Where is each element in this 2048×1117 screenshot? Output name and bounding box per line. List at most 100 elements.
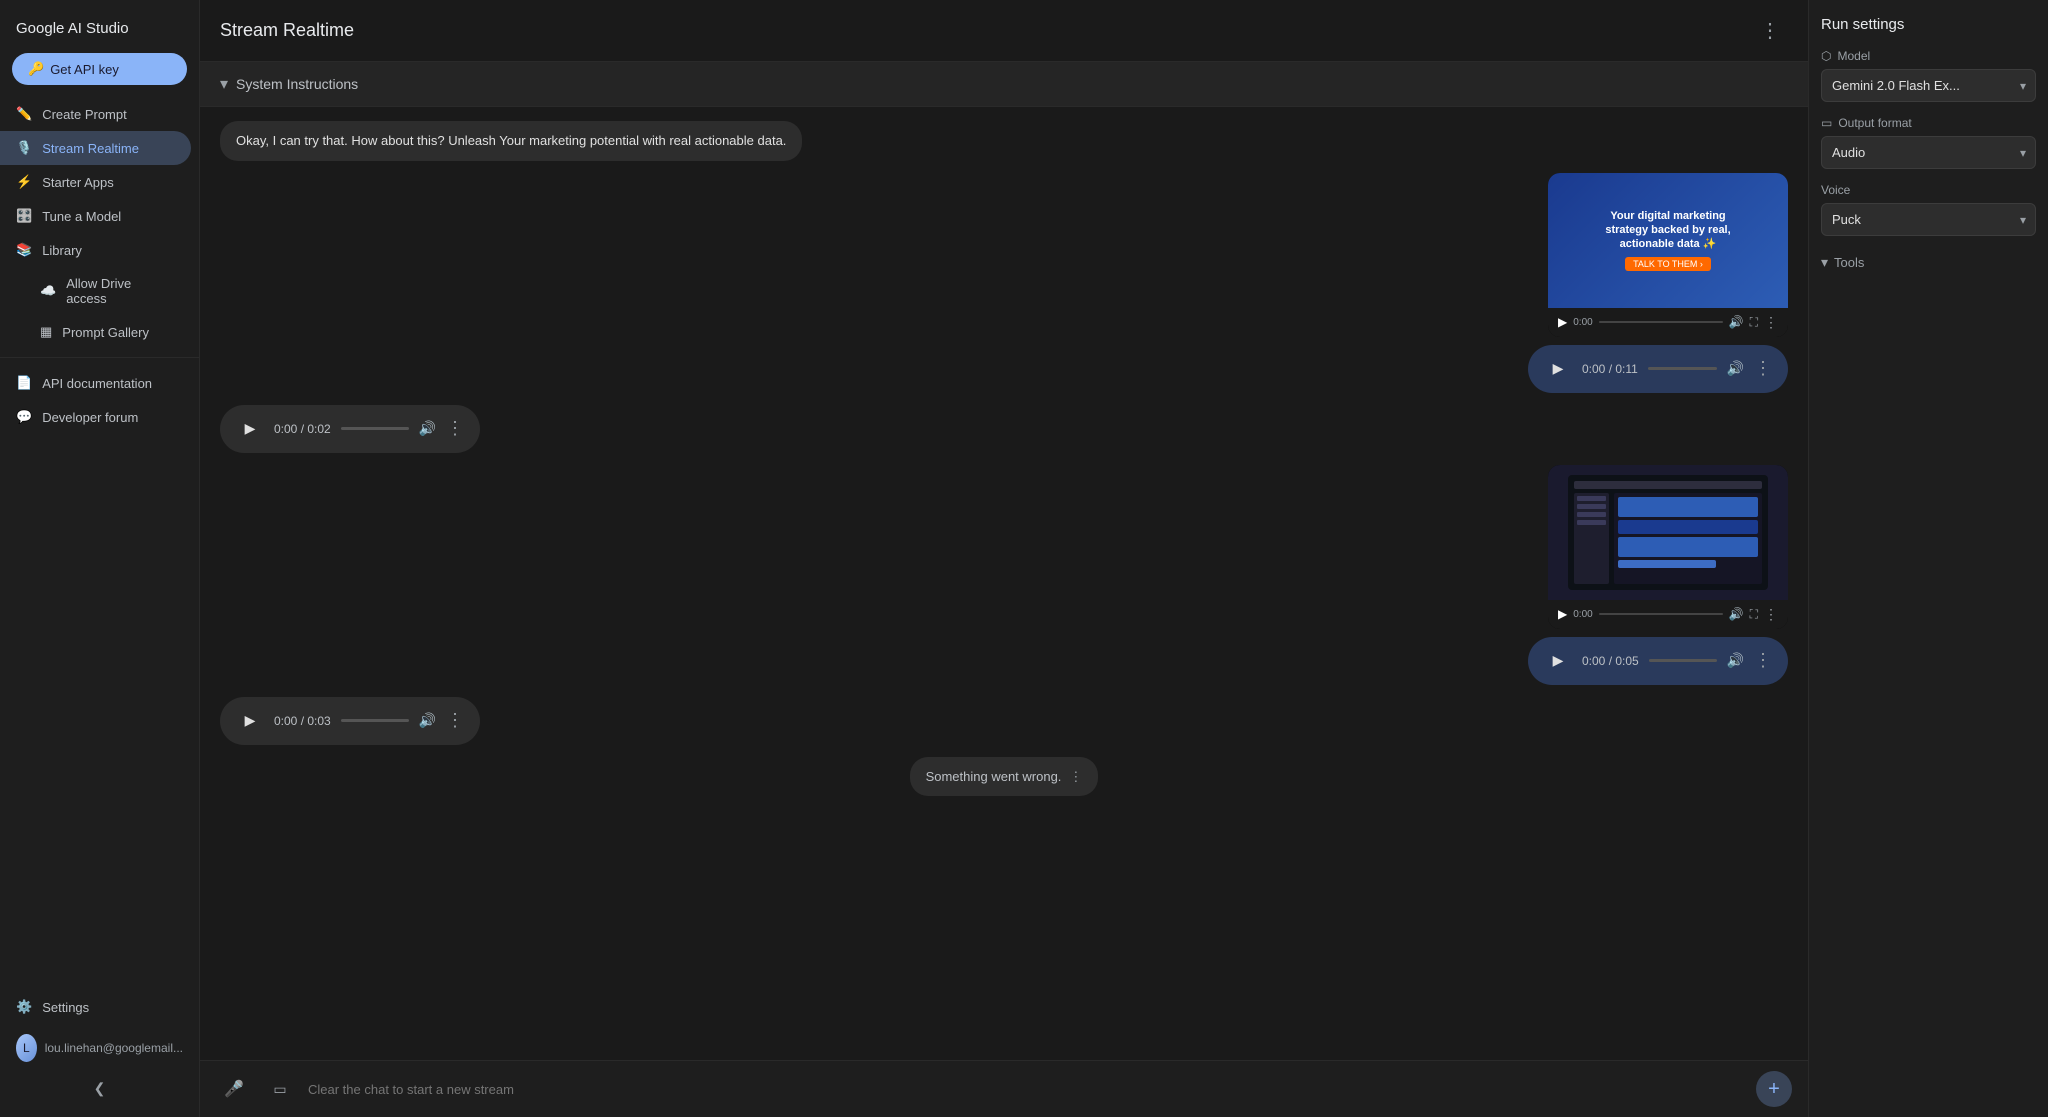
video-progress-bar-2[interactable] <box>1599 613 1723 615</box>
output-format-select[interactable]: Audio Text <box>1821 136 2036 169</box>
error-message: Something went wrong. ⋮ <box>910 757 1099 797</box>
audio-progress-model-1[interactable] <box>1648 367 1717 370</box>
audio-more-icon-model-2[interactable]: ⋮ <box>1754 650 1772 671</box>
sidebar-item-starter-apps[interactable]: ⚡ Starter Apps <box>0 165 191 199</box>
microphone-button[interactable]: 🎤 <box>216 1071 252 1107</box>
error-text: Something went wrong. <box>926 767 1062 787</box>
audio-more-icon-user-2[interactable]: ⋮ <box>446 710 464 731</box>
sidebar-item-allow-drive-access[interactable]: ☁️ Allow Drive access <box>0 267 191 315</box>
more-vert-icon: ⋮ <box>1760 20 1780 42</box>
audio-play-button-model-2[interactable]: ▶ <box>1544 647 1572 675</box>
audio-volume-icon-model-2[interactable]: 🔊 <box>1727 652 1744 669</box>
audio-player-user-2: ▶ 0:00 / 0:03 🔊 ⋮ <box>220 697 480 745</box>
video-player-2: ▶ 0:00 🔊 ⛶ ⋮ <box>1548 465 1788 629</box>
model-content-group: Your digital marketingstrategy backed by… <box>1528 173 1788 393</box>
output-format-icon: ▭ <box>1821 116 1832 130</box>
gallery-icon: ▦ <box>40 324 52 340</box>
audio-progress-model-2[interactable] <box>1649 659 1717 662</box>
bottom-bar: 🎤 ▭ + <box>200 1060 1808 1117</box>
sidebar-item-settings[interactable]: ⚙️ Settings <box>0 990 191 1024</box>
add-button[interactable]: + <box>1756 1071 1792 1107</box>
video-expand-icon-2[interactable]: ⛶ <box>1750 607 1758 622</box>
model-label: ⬡ Model <box>1821 49 2036 63</box>
voice-label: Voice <box>1821 183 2036 197</box>
header-more-button[interactable]: ⋮ <box>1752 14 1788 47</box>
video-progress-bar-1[interactable] <box>1599 321 1723 323</box>
mic-nav-icon: 🎙️ <box>16 140 32 156</box>
model-select[interactable]: Gemini 2.0 Flash Ex... <box>1821 69 2036 102</box>
video-expand-icon-1[interactable]: ⛶ <box>1750 315 1758 330</box>
voice-select-wrapper: Puck Charon Kore Fenrir Aoede ▾ <box>1821 203 2036 236</box>
message-row: ▶ 0:00 🔊 ⛶ ⋮ ▶ 0:00 / 0:05 🔊 ⋮ <box>200 459 1808 691</box>
sidebar-item-api-documentation[interactable]: 📄 API documentation <box>0 366 191 400</box>
video-thumbnail-1: Your digital marketingstrategy backed by… <box>1548 173 1788 308</box>
video-controls-2: ▶ 0:00 🔊 ⛶ ⋮ <box>1548 600 1788 629</box>
page-title: Stream Realtime <box>220 20 354 41</box>
sidebar-item-stream-realtime[interactable]: 🎙️ Stream Realtime <box>0 131 191 165</box>
audio-play-button-user-2[interactable]: ▶ <box>236 707 264 735</box>
get-api-key-button[interactable]: 🔑 Get API key <box>12 53 187 85</box>
audio-volume-icon-user-2[interactable]: 🔊 <box>419 712 436 729</box>
sidebar-item-library[interactable]: 📚 Library <box>0 233 191 267</box>
video-time-1: 0:00 <box>1573 317 1592 328</box>
audio-play-button-user-1[interactable]: ▶ <box>236 415 264 443</box>
tune-icon: 🎛️ <box>16 208 32 224</box>
video-controls-1: ▶ 0:00 🔊 ⛶ ⋮ <box>1548 308 1788 337</box>
doc-icon: 📄 <box>16 375 32 391</box>
audio-play-button-model-1[interactable]: ▶ <box>1544 355 1572 383</box>
avatar: L <box>16 1034 37 1062</box>
message-row: Something went wrong. ⋮ <box>200 751 1808 803</box>
mock-sidebar <box>1574 493 1609 584</box>
sidebar-collapse-button[interactable]: ❮ <box>0 1072 199 1105</box>
message-row: Your digital marketingstrategy backed by… <box>200 167 1808 399</box>
mock-main-area <box>1614 493 1762 584</box>
tools-section[interactable]: ▾ Tools <box>1821 250 2036 275</box>
system-instructions-bar[interactable]: ▾ System Instructions <box>200 62 1808 107</box>
voice-select[interactable]: Puck Charon Kore Fenrir Aoede <box>1821 203 2036 236</box>
app-logo: Google AI Studio <box>0 12 199 53</box>
library-icon: 📚 <box>16 242 32 258</box>
main-header: Stream Realtime ⋮ <box>200 0 1808 62</box>
video-play-button-1[interactable]: ▶ <box>1558 315 1567 329</box>
audio-progress-user-1[interactable] <box>341 427 409 430</box>
message-row: ▶ 0:00 / 0:03 🔊 ⋮ <box>200 691 1808 751</box>
drive-icon: ☁️ <box>40 283 56 299</box>
audio-progress-user-2[interactable] <box>341 719 409 722</box>
audio-player-model-2: ▶ 0:00 / 0:05 🔊 ⋮ <box>1528 637 1788 685</box>
model-icon: ⬡ <box>1821 49 1831 63</box>
screen-share-button[interactable]: ▭ <box>262 1071 298 1107</box>
video-volume-icon-2[interactable]: 🔊 <box>1729 607 1744 621</box>
sidebar: Google AI Studio 🔑 Get API key ✏️ Create… <box>0 0 200 1117</box>
message-row: Okay, I can try that. How about this? Un… <box>200 115 1808 167</box>
main-content: Stream Realtime ⋮ ▾ System Instructions … <box>200 0 1808 1117</box>
audio-more-icon-user-1[interactable]: ⋮ <box>446 418 464 439</box>
audio-volume-icon-user-1[interactable]: 🔊 <box>419 420 436 437</box>
user-profile-row[interactable]: L lou.linehan@googlemail... <box>0 1024 199 1072</box>
audio-time-model-2: 0:00 / 0:05 <box>1582 654 1639 668</box>
video-play-button-2[interactable]: ▶ <box>1558 607 1567 621</box>
video-mock-screen <box>1568 475 1768 590</box>
video-volume-icon-1[interactable]: 🔊 <box>1729 315 1744 329</box>
video-badge-1: TALK TO THEM › <box>1625 257 1711 271</box>
video-more-icon-2[interactable]: ⋮ <box>1764 606 1778 623</box>
audio-player-user-1: ▶ 0:00 / 0:02 🔊 ⋮ <box>220 405 480 453</box>
audio-more-icon-model-1[interactable]: ⋮ <box>1754 358 1772 379</box>
system-instructions-label: System Instructions <box>236 76 358 92</box>
audio-volume-icon-model-1[interactable]: 🔊 <box>1727 360 1744 377</box>
message-row: ▶ 0:00 / 0:02 🔊 ⋮ <box>200 399 1808 459</box>
chevron-down-icon: ▾ <box>1821 254 1828 271</box>
sidebar-item-developer-forum[interactable]: 💬 Developer forum <box>0 400 191 434</box>
sidebar-item-tune-model[interactable]: 🎛️ Tune a Model <box>0 199 191 233</box>
star-icon: ⚡ <box>16 174 32 190</box>
collapse-icon: ❮ <box>94 1080 106 1097</box>
screen-share-icon: ▭ <box>273 1081 286 1098</box>
forum-icon: 💬 <box>16 409 32 425</box>
sidebar-item-prompt-gallery[interactable]: ▦ Prompt Gallery <box>0 315 191 349</box>
panel-title: Run settings <box>1821 16 2036 33</box>
audio-time-user-2: 0:00 / 0:03 <box>274 714 331 728</box>
key-icon: 🔑 <box>28 61 44 77</box>
sidebar-item-create-prompt[interactable]: ✏️ Create Prompt <box>0 97 191 131</box>
error-more-icon[interactable]: ⋮ <box>1069 767 1082 787</box>
chat-input[interactable] <box>308 1082 1746 1097</box>
video-more-icon-1[interactable]: ⋮ <box>1764 314 1778 331</box>
